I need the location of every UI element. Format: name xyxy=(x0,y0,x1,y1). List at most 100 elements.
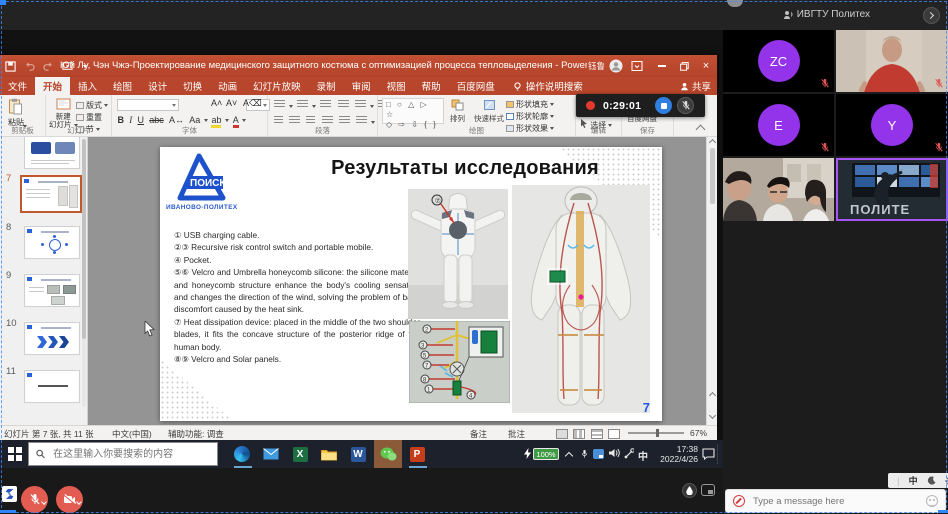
taskbar-powerpoint-icon[interactable]: P xyxy=(406,443,428,465)
strikethrough-button[interactable]: abc xyxy=(149,115,164,125)
action-center-icon[interactable] xyxy=(702,448,715,460)
layout-toggle-button[interactable] xyxy=(701,484,715,496)
slide-sorter-view-icon[interactable] xyxy=(573,429,585,439)
tab-record[interactable]: 录制 xyxy=(309,77,344,95)
tab-view[interactable]: 视图 xyxy=(379,77,414,95)
taskbar-word-icon[interactable]: W xyxy=(347,443,369,465)
slide[interactable]: ПОИСК ИВАНОВО-ПОЛИТЕХ Результаты исследо… xyxy=(160,147,662,421)
layout-button[interactable]: 版式 xyxy=(76,100,108,111)
align-center-icon[interactable] xyxy=(289,116,300,124)
taskbar-wechat-icon[interactable] xyxy=(377,443,399,465)
thumbnail-scrollbar[interactable] xyxy=(82,139,86,407)
tab-baidu-netdisk[interactable]: 百度网盘 xyxy=(449,77,503,95)
thumbnail-slide-9[interactable] xyxy=(24,274,80,307)
underline-button[interactable]: U xyxy=(137,115,144,125)
show-desktop-divider[interactable] xyxy=(717,444,718,464)
change-case-button[interactable]: Aa xyxy=(189,115,200,125)
participant-tile-group[interactable] xyxy=(723,158,834,221)
bullets-icon[interactable] xyxy=(274,100,285,108)
arrange-button[interactable]: 排列 xyxy=(450,99,465,124)
thumbnail-slide-8[interactable] xyxy=(24,226,80,259)
smartart-convert-icon[interactable] xyxy=(356,116,367,124)
decrease-indent-icon[interactable] xyxy=(320,100,331,108)
slideshow-view-icon[interactable] xyxy=(608,429,620,439)
tray-expand-chevron[interactable] xyxy=(565,452,573,460)
tab-home[interactable]: 开始 xyxy=(35,77,70,95)
shapes-gallery[interactable]: □ ○ △ ▷ ☆ ◇ ⇨ ⇩ { } xyxy=(382,98,444,124)
tab-insert[interactable]: 插入 xyxy=(70,77,105,95)
taskbar-edge-icon[interactable] xyxy=(231,443,253,465)
numbering-icon[interactable] xyxy=(297,100,308,108)
account-avatar[interactable] xyxy=(609,59,623,73)
shape-fill-button[interactable]: 形状填充 xyxy=(506,99,554,110)
tell-me-search[interactable]: 操作说明搜索 xyxy=(503,77,593,95)
align-right-icon[interactable] xyxy=(306,116,315,124)
taskbar-explorer-icon[interactable] xyxy=(318,443,340,465)
tab-slideshow[interactable]: 幻灯片放映 xyxy=(245,77,309,95)
share-frame-handle[interactable] xyxy=(0,0,6,5)
tray-display-icon[interactable] xyxy=(593,449,604,459)
undo-icon[interactable] xyxy=(24,61,35,72)
grow-font-button[interactable]: A˄ xyxy=(211,98,222,108)
reset-button[interactable]: 重置 xyxy=(76,112,108,123)
redo-icon[interactable] xyxy=(43,61,54,72)
ime-toggle[interactable]: 中 xyxy=(909,474,918,487)
reactions-button[interactable] xyxy=(682,483,697,498)
paste-button[interactable]: 粘贴 xyxy=(8,98,24,128)
justify-icon[interactable] xyxy=(322,116,333,124)
notes-button[interactable]: 备注 xyxy=(470,428,487,440)
columns-icon[interactable] xyxy=(339,116,350,124)
collapse-panel-button[interactable] xyxy=(923,7,940,24)
tab-animations[interactable]: 动画 xyxy=(210,77,245,95)
participant-tile-video-1[interactable] xyxy=(836,30,948,92)
language-indicator[interactable]: 中文(中国) xyxy=(112,428,152,440)
emoji-button[interactable] xyxy=(926,495,938,507)
tab-review[interactable]: 审阅 xyxy=(344,77,379,95)
reading-view-icon[interactable] xyxy=(591,429,603,439)
tray-mic-icon[interactable] xyxy=(580,448,589,460)
stop-recording-button[interactable] xyxy=(655,97,672,114)
battery-indicator[interactable]: 100% xyxy=(533,448,559,460)
shape-outline-button[interactable]: 形状轮廓 xyxy=(506,111,554,122)
scrollbar-thumb[interactable] xyxy=(710,148,715,204)
italic-button[interactable]: I xyxy=(129,115,132,125)
collapse-ribbon-chevron[interactable] xyxy=(696,125,706,135)
camera-off-button[interactable] xyxy=(56,486,83,513)
taskbar-excel-icon[interactable]: X xyxy=(289,443,311,465)
dark-mode-icon[interactable] xyxy=(927,476,936,485)
align-left-icon[interactable] xyxy=(274,116,283,124)
save-icon[interactable] xyxy=(5,61,16,72)
tab-file[interactable]: 文件 xyxy=(0,77,35,95)
search-input[interactable] xyxy=(51,448,210,461)
zoom-slider[interactable] xyxy=(628,432,684,434)
minimize-button[interactable] xyxy=(651,55,673,77)
share-button[interactable]: 共享 xyxy=(680,77,711,95)
participant-tile-zc[interactable]: ZC xyxy=(723,30,834,92)
participant-tile-e[interactable]: E xyxy=(723,94,834,156)
thumbnail-slide-10[interactable] xyxy=(24,322,80,355)
slide-thumbnail-panel[interactable]: 7 8 xyxy=(0,137,88,425)
recording-mic-muted-button[interactable] xyxy=(677,97,694,114)
line-spacing-icon[interactable] xyxy=(355,100,366,108)
zoom-slider-thumb[interactable] xyxy=(656,429,659,437)
tab-transitions[interactable]: 切换 xyxy=(175,77,210,95)
taskbar-mail-icon[interactable] xyxy=(260,443,282,465)
mic-options-chevron[interactable] xyxy=(41,499,47,505)
participant-tile-y[interactable]: Y xyxy=(836,94,948,156)
tab-draw[interactable]: 绘图 xyxy=(105,77,140,95)
shrink-font-button[interactable]: A˅ xyxy=(226,98,237,108)
participant-tile-room-active[interactable]: ПОЛИТЕ xyxy=(836,158,948,221)
thumbnail-slide-6[interactable] xyxy=(24,137,80,169)
comments-button[interactable]: 批注 xyxy=(508,428,525,440)
slide-scrollbar[interactable] xyxy=(706,137,717,425)
thumbnail-slide-11[interactable] xyxy=(24,370,80,403)
tray-usb-icon[interactable] xyxy=(624,448,634,459)
start-button[interactable] xyxy=(8,447,22,461)
camera-options-chevron[interactable] xyxy=(76,499,82,505)
char-spacing-button[interactable]: A↔ xyxy=(169,115,184,125)
restore-button[interactable] xyxy=(673,55,695,77)
chat-message-input[interactable] xyxy=(751,495,920,508)
clear-format-button[interactable]: A⌫ xyxy=(243,98,262,109)
taskbar-search[interactable] xyxy=(28,442,218,466)
increase-indent-icon[interactable] xyxy=(338,100,349,108)
